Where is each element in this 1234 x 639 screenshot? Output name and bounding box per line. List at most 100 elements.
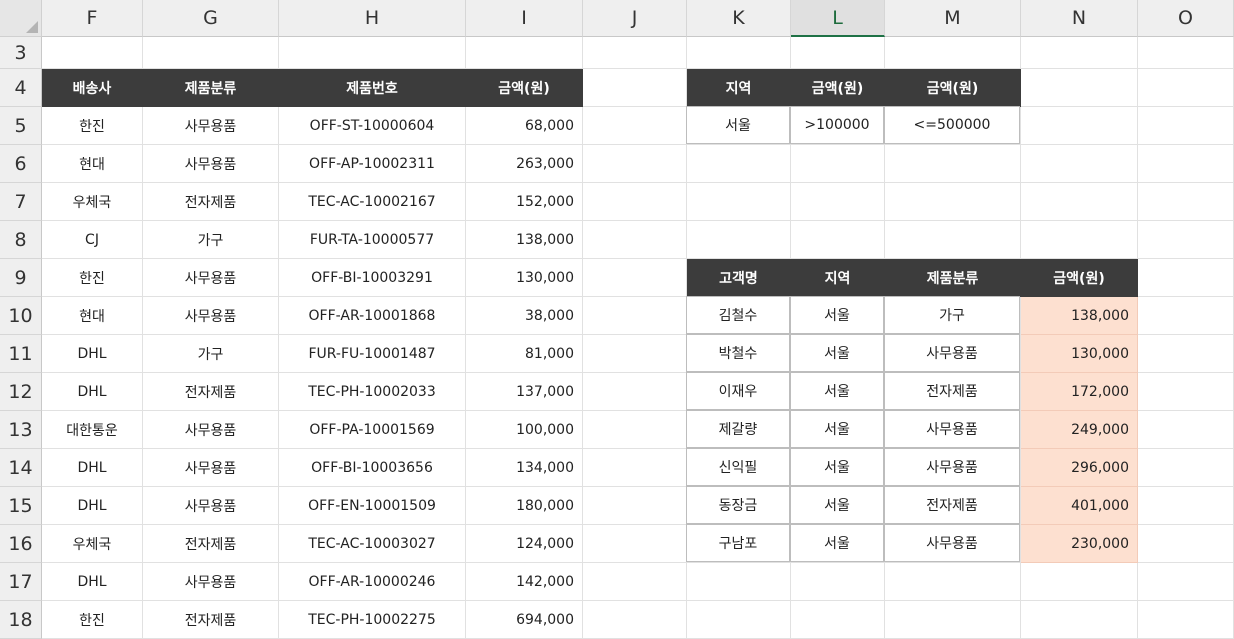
cell[interactable]	[583, 487, 687, 525]
cell[interactable]	[583, 69, 687, 107]
result-table-cell[interactable]: 사무용품	[884, 448, 1020, 486]
left-table-cell[interactable]: 우체국	[42, 525, 143, 563]
cell[interactable]	[1138, 37, 1234, 69]
cell[interactable]	[687, 221, 791, 259]
result-table-cell[interactable]: 전자제품	[884, 372, 1020, 410]
left-table-cell[interactable]: 우체국	[42, 183, 143, 221]
row-header-13[interactable]: 13	[0, 411, 42, 449]
left-table-cell[interactable]: 180,000	[466, 487, 583, 525]
left-table-cell[interactable]: 대한통운	[42, 411, 143, 449]
cell[interactable]	[583, 37, 687, 69]
left-table-cell[interactable]: 38,000	[466, 297, 583, 335]
criteria-header[interactable]: 금액(원)	[885, 69, 1021, 107]
cell[interactable]	[1021, 221, 1138, 259]
result-table-cell[interactable]: 249,000	[1021, 411, 1138, 449]
column-header-J[interactable]: J	[583, 0, 687, 37]
criteria-cell[interactable]: >100000	[790, 106, 884, 144]
cell[interactable]	[791, 145, 885, 183]
cell[interactable]	[583, 221, 687, 259]
result-table-cell[interactable]: 김철수	[686, 296, 790, 334]
left-table-cell[interactable]: 사무용품	[143, 259, 279, 297]
left-table-cell[interactable]: 사무용품	[143, 297, 279, 335]
left-table-cell[interactable]: TEC-AC-10002167	[279, 183, 466, 221]
result-table-cell[interactable]: 사무용품	[884, 524, 1020, 562]
row-header-8[interactable]: 8	[0, 221, 42, 259]
cell[interactable]	[1138, 183, 1234, 221]
left-table-cell[interactable]: DHL	[42, 563, 143, 601]
result-table-cell[interactable]: 서울	[790, 334, 884, 372]
cell[interactable]	[791, 183, 885, 221]
left-table-cell[interactable]: 사무용품	[143, 145, 279, 183]
cell[interactable]	[583, 183, 687, 221]
left-table-cell[interactable]: 현대	[42, 297, 143, 335]
row-header-12[interactable]: 12	[0, 373, 42, 411]
cell[interactable]	[1138, 563, 1234, 601]
cell[interactable]	[583, 297, 687, 335]
row-header-6[interactable]: 6	[0, 145, 42, 183]
row-header-4[interactable]: 4	[0, 69, 42, 107]
left-table-cell[interactable]: 694,000	[466, 601, 583, 639]
cell[interactable]	[583, 601, 687, 639]
cell[interactable]	[885, 183, 1021, 221]
cell[interactable]	[1138, 69, 1234, 107]
cell[interactable]	[687, 183, 791, 221]
cell[interactable]	[143, 37, 279, 69]
row-header-15[interactable]: 15	[0, 487, 42, 525]
row-header-3[interactable]: 3	[0, 37, 42, 69]
left-table-cell[interactable]: 100,000	[466, 411, 583, 449]
left-table-cell[interactable]: 138,000	[466, 221, 583, 259]
cell[interactable]	[885, 563, 1021, 601]
result-table-header[interactable]: 지역	[791, 259, 885, 297]
left-table-cell[interactable]: 한진	[42, 259, 143, 297]
cell[interactable]	[583, 449, 687, 487]
result-table-cell[interactable]: 가구	[884, 296, 1020, 334]
row-header-11[interactable]: 11	[0, 335, 42, 373]
cell[interactable]	[583, 107, 687, 145]
result-table-cell[interactable]: 신익필	[686, 448, 790, 486]
left-table-cell[interactable]: FUR-FU-10001487	[279, 335, 466, 373]
cell[interactable]	[687, 563, 791, 601]
left-table-cell[interactable]: 263,000	[466, 145, 583, 183]
left-table-cell[interactable]: TEC-AC-10003027	[279, 525, 466, 563]
left-table-header[interactable]: 금액(원)	[466, 69, 583, 107]
cell[interactable]	[583, 373, 687, 411]
column-header-L[interactable]: L	[791, 0, 885, 37]
row-header-16[interactable]: 16	[0, 525, 42, 563]
result-table-header[interactable]: 금액(원)	[1021, 259, 1138, 297]
left-table-cell[interactable]: 한진	[42, 107, 143, 145]
cell[interactable]	[583, 259, 687, 297]
left-table-cell[interactable]: TEC-PH-10002275	[279, 601, 466, 639]
column-header-N[interactable]: N	[1021, 0, 1138, 37]
left-table-cell[interactable]: 전자제품	[143, 183, 279, 221]
row-header-14[interactable]: 14	[0, 449, 42, 487]
cell[interactable]	[583, 411, 687, 449]
left-table-cell[interactable]: 사무용품	[143, 563, 279, 601]
cell[interactable]	[1138, 221, 1234, 259]
left-table-cell[interactable]: OFF-BI-10003291	[279, 259, 466, 297]
result-table-cell[interactable]: 박철수	[686, 334, 790, 372]
column-header-O[interactable]: O	[1138, 0, 1234, 37]
left-table-header[interactable]: 제품분류	[143, 69, 279, 107]
result-table-cell[interactable]: 230,000	[1021, 525, 1138, 563]
left-table-cell[interactable]: 152,000	[466, 183, 583, 221]
result-table-cell[interactable]: 401,000	[1021, 487, 1138, 525]
result-table-cell[interactable]: 296,000	[1021, 449, 1138, 487]
row-header-18[interactable]: 18	[0, 601, 42, 639]
left-table-cell[interactable]: OFF-PA-10001569	[279, 411, 466, 449]
left-table-cell[interactable]: 124,000	[466, 525, 583, 563]
criteria-cell[interactable]: 서울	[686, 106, 790, 144]
cell[interactable]	[791, 37, 885, 69]
cell[interactable]	[466, 37, 583, 69]
row-header-9[interactable]: 9	[0, 259, 42, 297]
result-table-cell[interactable]: 사무용품	[884, 410, 1020, 448]
select-all-corner[interactable]	[0, 0, 42, 37]
cell[interactable]	[1138, 107, 1234, 145]
result-table-header[interactable]: 제품분류	[885, 259, 1021, 297]
cell[interactable]	[1138, 145, 1234, 183]
column-header-G[interactable]: G	[143, 0, 279, 37]
left-table-cell[interactable]: 사무용품	[143, 411, 279, 449]
left-table-cell[interactable]: OFF-EN-10001509	[279, 487, 466, 525]
left-table-cell[interactable]: 142,000	[466, 563, 583, 601]
left-table-cell[interactable]: 전자제품	[143, 601, 279, 639]
left-table-cell[interactable]: DHL	[42, 335, 143, 373]
